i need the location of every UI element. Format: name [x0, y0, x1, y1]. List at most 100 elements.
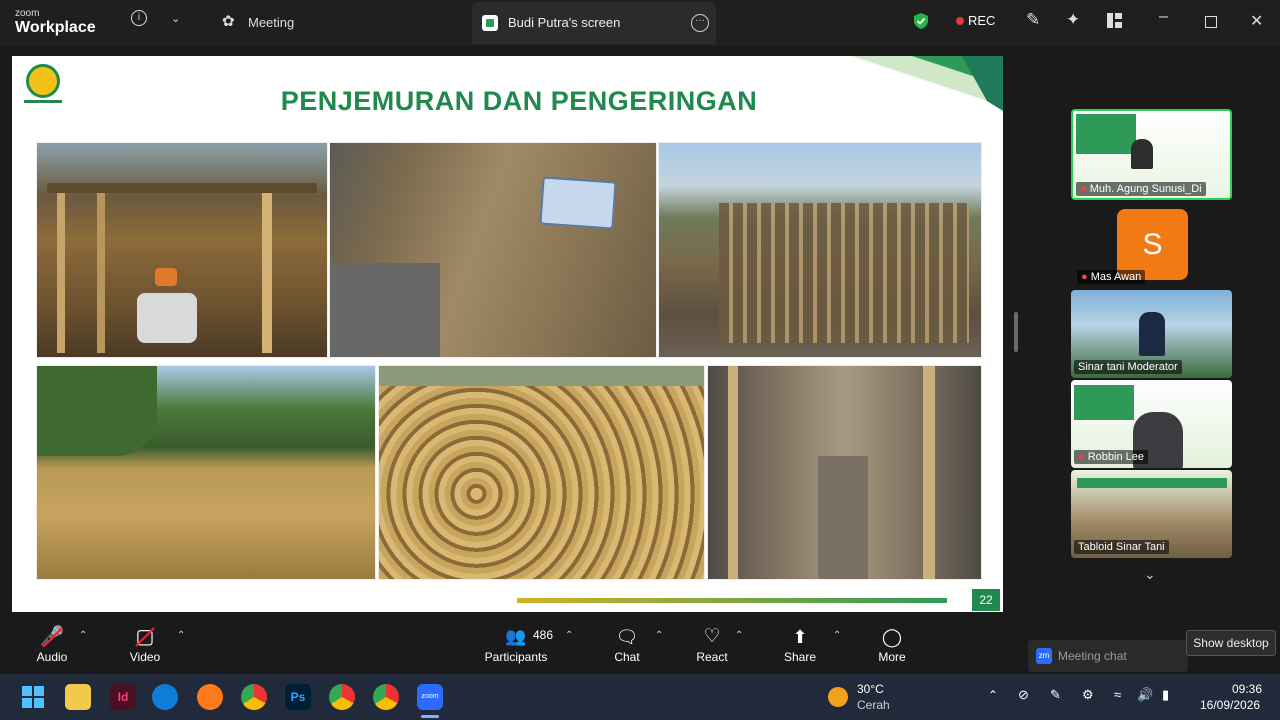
- chat-options-caret[interactable]: ⌃: [655, 630, 663, 641]
- rec-label: REC: [968, 13, 996, 28]
- chrome-profile-2-icon[interactable]: [373, 684, 399, 710]
- photoshop-icon[interactable]: Ps: [285, 684, 311, 710]
- minimize-icon[interactable]: –: [1159, 8, 1168, 26]
- participant-count: 486: [533, 628, 554, 642]
- more-options-icon[interactable]: ···: [691, 14, 709, 32]
- audio-label: Audio: [36, 650, 68, 664]
- weather-temp[interactable]: 30°C: [857, 682, 884, 696]
- video-label: Video: [129, 650, 161, 664]
- chat-icon: 🗨: [615, 627, 639, 647]
- share-options-caret[interactable]: ⌃: [833, 630, 841, 641]
- chevron-down-icon[interactable]: ⌄: [171, 12, 180, 25]
- restore-icon[interactable]: [1205, 16, 1217, 28]
- screen-tab-label: Budi Putra's screen: [508, 15, 621, 30]
- clock-time[interactable]: 09:36: [1232, 682, 1262, 696]
- edge-icon[interactable]: [152, 684, 178, 710]
- video-options-caret[interactable]: ⌃: [177, 630, 185, 641]
- chat-button[interactable]: 🗨 Chat: [606, 624, 648, 664]
- file-explorer-icon[interactable]: [65, 684, 91, 710]
- chevron-up-icon[interactable]: ⌃: [988, 688, 998, 702]
- photo-drying-wall: [329, 142, 657, 358]
- indesign-icon[interactable]: Id: [110, 684, 136, 710]
- share-screen-icon: ⬆: [792, 627, 808, 647]
- mic-muted-icon: ●: [1078, 451, 1085, 463]
- brand-small: zoom: [15, 8, 40, 19]
- participant-name-3: Sinar tani Moderator: [1074, 360, 1182, 374]
- info-icon[interactable]: i: [131, 10, 147, 26]
- meeting-toolbar: 🎤 Audio ⌃ ▢ Video ⌃ 👥 Participants 486 ⌃…: [0, 614, 1280, 674]
- chrome-icon[interactable]: [241, 684, 267, 710]
- audio-options-caret[interactable]: ⌃: [79, 630, 87, 641]
- share-button[interactable]: ⬆ Share: [778, 624, 822, 664]
- slide-title: PENJEMURAN DAN PENGERINGAN: [280, 86, 758, 116]
- video-off-icon: ▢: [122, 624, 168, 650]
- participant-tile-4[interactable]: ● Robbin Lee: [1071, 380, 1232, 468]
- paw-icon: ✿: [222, 13, 235, 30]
- wifi-icon[interactable]: ≈: [1114, 687, 1121, 702]
- chrome-profile-icon[interactable]: [329, 684, 355, 710]
- sign-board: [539, 176, 617, 230]
- volume-icon[interactable]: 🔊: [1137, 687, 1153, 703]
- mic-muted-icon: ●: [1081, 271, 1088, 283]
- meeting-chat-label: Meeting chat: [1058, 649, 1127, 663]
- splitter-handle[interactable]: [1014, 312, 1018, 352]
- participant-name-1: ● Muh. Agung Sunusi_Di: [1076, 182, 1206, 196]
- share-label: Share: [783, 650, 817, 664]
- mic-muted-icon: 🎤: [30, 624, 74, 650]
- view-icon[interactable]: [1107, 13, 1122, 28]
- participant-name-4: ● Robbin Lee: [1074, 450, 1148, 464]
- zoom-app-icon: zm: [1036, 648, 1052, 664]
- meeting-label[interactable]: Meeting: [248, 15, 294, 30]
- weather-condition[interactable]: Cerah: [857, 698, 890, 712]
- audio-button[interactable]: 🎤 Audio: [30, 624, 74, 664]
- participant-name-text: Robbin Lee: [1087, 451, 1144, 463]
- screen-share-tab[interactable]: Budi Putra's screen ···: [472, 2, 716, 44]
- show-desktop-tooltip: Show desktop: [1186, 630, 1276, 656]
- close-icon[interactable]: ✕: [1250, 11, 1263, 31]
- photo-drying-corridor: [707, 365, 982, 580]
- react-button[interactable]: ♡ React: [690, 624, 734, 664]
- title-bar: zoom Workplace i ⌄ ✿ Meeting Budi Putra'…: [0, 0, 1280, 46]
- photo-rice-sheaves-field: [378, 365, 705, 580]
- photo-drying-frames: [658, 142, 982, 358]
- mic-icon: ●: [1080, 183, 1087, 195]
- shared-slide: PENJEMURAN DAN PENGERINGAN 22: [12, 56, 1003, 612]
- participant-video: [1139, 312, 1165, 356]
- photo-drying-rack-shelter: [36, 142, 328, 358]
- participant-tile-3[interactable]: Sinar tani Moderator: [1071, 290, 1232, 378]
- zoom-taskbar-icon[interactable]: zoom: [417, 684, 443, 710]
- network-off-icon[interactable]: ⊘: [1018, 687, 1029, 703]
- participant-tile-5[interactable]: Tabloid Sinar Tani: [1071, 470, 1232, 558]
- react-options-caret[interactable]: ⌃: [735, 630, 743, 641]
- participants-options-caret[interactable]: ⌃: [565, 630, 573, 641]
- photo-rice-field-bundles: [36, 365, 376, 580]
- more-icon: ◯: [881, 627, 903, 647]
- chat-label: Chat: [614, 650, 640, 664]
- weather-sun-icon[interactable]: [828, 687, 848, 707]
- more-button[interactable]: ◯ More: [870, 624, 914, 664]
- participants-label: Participants: [484, 650, 548, 664]
- recording-indicator[interactable]: REC: [956, 13, 995, 28]
- shield-icon[interactable]: [913, 12, 929, 35]
- battery-icon[interactable]: ▮: [1162, 687, 1169, 703]
- more-label: More: [878, 650, 906, 664]
- participant-video: [1131, 139, 1153, 169]
- windows-start-icon[interactable]: [22, 686, 44, 708]
- participant-name-2: ● Mas Awan: [1077, 270, 1146, 284]
- clock-date[interactable]: 16/09/2026: [1200, 698, 1260, 712]
- participant-name-text: Mas Awan: [1090, 271, 1142, 283]
- react-label: React: [696, 650, 728, 664]
- pen-icon[interactable]: ✎: [1050, 687, 1061, 703]
- annotate-icon[interactable]: ✎: [1026, 10, 1040, 30]
- zoom-logo: zoom Workplace: [15, 9, 96, 36]
- security-icon[interactable]: ⚙: [1082, 687, 1094, 703]
- chevron-down-icon[interactable]: ⌄: [1144, 566, 1156, 583]
- video-button[interactable]: ▢ Video: [122, 624, 168, 664]
- page-number: 22: [972, 589, 1000, 611]
- ai-companion-icon[interactable]: ✦: [1066, 10, 1080, 30]
- heart-icon: ♡: [703, 626, 721, 647]
- footer-bar: [517, 598, 947, 603]
- firefox-icon[interactable]: [197, 684, 223, 710]
- participant-tile-1[interactable]: ● Muh. Agung Sunusi_Di: [1071, 109, 1232, 200]
- meeting-chat-preview[interactable]: zm Meeting chat: [1028, 640, 1188, 672]
